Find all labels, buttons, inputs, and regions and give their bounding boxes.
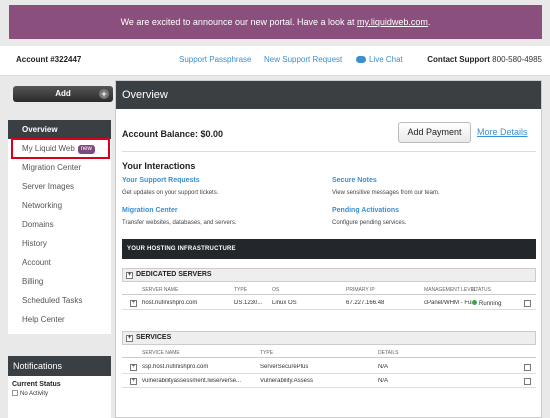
- server-status: Running: [472, 300, 524, 307]
- contact-support: Contact Support 800-580-4985: [427, 55, 542, 64]
- services-table-header: SERVICE NAME TYPE DETAILS: [122, 348, 536, 358]
- highlight-box: [11, 138, 110, 159]
- sidebar-item-domains[interactable]: Domains: [8, 215, 111, 234]
- service-name[interactable]: ssp.host.nufinishpro.com: [142, 364, 258, 370]
- current-status-label: Current Status: [12, 381, 61, 388]
- banner-text: We are excited to announce our new porta…: [120, 17, 358, 27]
- no-activity-label: No Activity: [20, 391, 49, 397]
- pending-activations-desc: Configure pending services.: [332, 220, 407, 226]
- sidebar-item-history[interactable]: History: [8, 234, 111, 253]
- announcement-banner: We are excited to announce our new porta…: [9, 5, 542, 39]
- page-title: Overview: [116, 81, 541, 109]
- expand-icon[interactable]: +: [130, 378, 137, 385]
- live-chat-link[interactable]: Live Chat: [356, 55, 403, 64]
- service-type: Vulnerability.Assess: [260, 378, 314, 384]
- col-os: OS: [272, 287, 280, 293]
- table-row[interactable]: + host.nufinishpro.com DS.1230... Linux …: [122, 297, 536, 310]
- row-checkbox[interactable]: [524, 300, 531, 307]
- col-details: DETAILS: [378, 350, 399, 356]
- support-passphrase-link[interactable]: Support Passphrase: [179, 55, 252, 64]
- expand-icon[interactable]: +: [130, 364, 137, 371]
- sidebar: Add + Overview My Liquid Web new Migratio…: [8, 84, 113, 418]
- hosting-infrastructure-header: YOUR HOSTING INFRASTRUCTURE: [122, 239, 536, 259]
- server-name[interactable]: host.nufinishpro.com: [142, 300, 232, 306]
- contact-phone: 800-580-4985: [492, 55, 542, 64]
- col-server-name: SERVER NAME: [142, 287, 179, 293]
- sidebar-item-billing[interactable]: Billing: [8, 272, 111, 291]
- banner-end: .: [427, 17, 431, 27]
- collapse-icon: +: [126, 335, 133, 342]
- add-button[interactable]: Add +: [13, 86, 113, 102]
- status-label: Running: [479, 301, 502, 307]
- col-primary-ip: PRIMARY IP: [346, 287, 375, 293]
- sidebar-item-migration-center[interactable]: Migration Center: [8, 158, 111, 177]
- service-name[interactable]: vulnerabilityassessment.lwserverse...: [142, 378, 258, 384]
- migration-center-desc: Transfer websites, databases, and server…: [122, 220, 237, 226]
- sidebar-item-help-center[interactable]: Help Center: [8, 310, 111, 329]
- col-type: TYPE: [260, 350, 274, 356]
- running-status-icon: [472, 300, 477, 305]
- main-panel: Overview Account Balance: $0.00 Add Paym…: [115, 80, 542, 418]
- contact-label: Contact Support: [427, 55, 490, 64]
- service-details: N/A: [378, 364, 389, 370]
- live-chat-label: Live Chat: [369, 55, 403, 64]
- collapse-icon: +: [126, 272, 133, 279]
- add-payment-button[interactable]: Add Payment: [398, 122, 471, 143]
- service-details: N/A: [378, 378, 389, 384]
- notifications-title: Notifications: [8, 356, 111, 376]
- top-bar: Account #322447 Support Passphrase New S…: [0, 46, 550, 76]
- add-button-label: Add: [55, 89, 71, 98]
- sidebar-item-networking[interactable]: Networking: [8, 196, 111, 215]
- more-details-link[interactable]: More Details: [477, 127, 528, 137]
- col-management-level: MANAGEMENT LEVEL: [424, 287, 477, 293]
- table-row[interactable]: + ssp.host.nufinishpro.com ServerSecureP…: [122, 361, 536, 374]
- services-header[interactable]: + SERVICES: [122, 331, 536, 345]
- sidebar-item-account[interactable]: Account: [8, 253, 111, 272]
- sidebar-item-scheduled-tasks[interactable]: Scheduled Tasks: [8, 291, 111, 310]
- dedicated-table-header: SERVER NAME TYPE OS PRIMARY IP MANAGEMEN…: [122, 285, 536, 295]
- sidebar-item-server-images[interactable]: Server Images: [8, 177, 111, 196]
- support-requests-link[interactable]: Your Support Requests: [122, 177, 200, 184]
- server-ip: 67.227.166.48: [346, 300, 385, 306]
- sidebar-nav: Overview My Liquid Web new Migration Cent…: [8, 120, 111, 334]
- row-checkbox[interactable]: [524, 378, 531, 385]
- migration-center-link[interactable]: Migration Center: [122, 207, 178, 214]
- server-type: DS.1230...: [234, 300, 263, 306]
- row-checkbox[interactable]: [524, 364, 531, 371]
- sidebar-item-overview[interactable]: Overview: [8, 120, 111, 139]
- secure-notes-desc: View sensitive messages from our team.: [332, 190, 440, 196]
- notifications-panel: Notifications Current Status No Activity: [8, 356, 111, 418]
- account-balance: Account Balance: $0.00: [122, 129, 224, 139]
- chat-icon: [356, 56, 366, 63]
- secure-notes-link[interactable]: Secure Notes: [332, 177, 377, 184]
- expand-icon: [12, 390, 18, 396]
- plus-icon: +: [99, 89, 109, 99]
- col-service-name: SERVICE NAME: [142, 350, 180, 356]
- no-activity-item[interactable]: No Activity: [8, 390, 111, 397]
- dedicated-servers-header[interactable]: + DEDICATED SERVERS: [122, 268, 536, 282]
- col-status: STATUS: [472, 287, 491, 293]
- banner-link[interactable]: my.liquidweb.com: [357, 17, 428, 27]
- server-os: Linux OS: [272, 300, 297, 306]
- dedicated-servers-title: DEDICATED SERVERS: [136, 271, 212, 278]
- expand-icon[interactable]: +: [130, 300, 137, 307]
- new-support-request-link[interactable]: New Support Request: [264, 55, 342, 64]
- server-management: cPanel/WHM - Fully ...: [424, 300, 472, 306]
- services-title: SERVICES: [136, 334, 172, 341]
- support-requests-desc: Get updates on your support tickets.: [122, 190, 219, 196]
- pending-activations-link[interactable]: Pending Activations: [332, 207, 399, 214]
- interactions-title: Your Interactions: [122, 161, 196, 171]
- account-number: Account #322447: [16, 55, 82, 64]
- table-row[interactable]: + vulnerabilityassessment.lwserverse... …: [122, 375, 536, 388]
- divider: [122, 151, 536, 152]
- service-type: ServerSecurePlus: [260, 364, 309, 370]
- col-type: TYPE: [234, 287, 248, 293]
